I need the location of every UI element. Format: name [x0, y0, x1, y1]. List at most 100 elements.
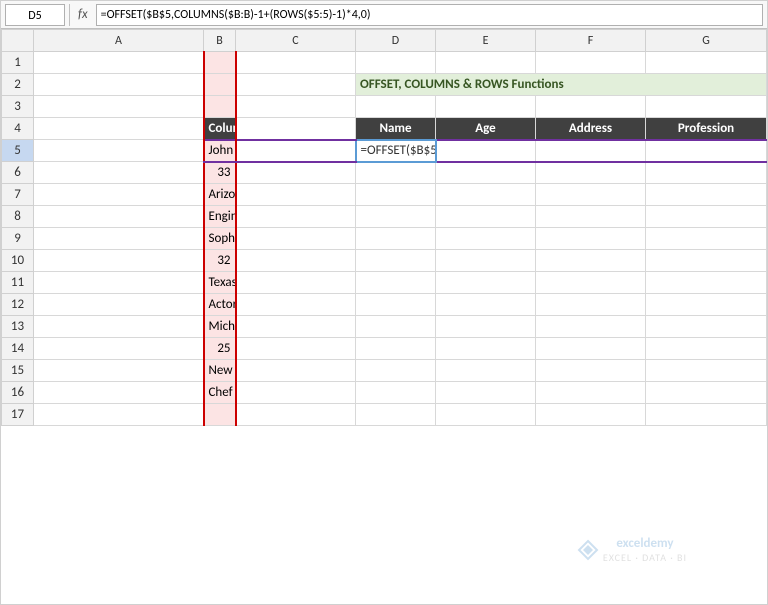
cell-B10-32[interactable]: 32 — [204, 250, 236, 272]
cell-E4-age-header[interactable]: Age — [436, 118, 536, 140]
cell-C4[interactable] — [236, 118, 356, 140]
cell-C6[interactable] — [236, 162, 356, 184]
cell-C7[interactable] — [236, 184, 356, 206]
cell-C9[interactable] — [236, 228, 356, 250]
cell-F16[interactable] — [536, 382, 646, 404]
formula-input[interactable]: =OFFSET($B$5,COLUMNS($B:B)-1+(ROWS($5:5)… — [96, 4, 763, 26]
cell-E1[interactable] — [436, 52, 536, 74]
cell-D6[interactable] — [356, 162, 436, 184]
cell-G8[interactable] — [646, 206, 767, 228]
cell-B17[interactable] — [204, 404, 236, 426]
cell-D14[interactable] — [356, 338, 436, 360]
cell-B16-chef[interactable]: Chef — [204, 382, 236, 404]
cell-B14-25[interactable]: 25 — [204, 338, 236, 360]
cell-C8[interactable] — [236, 206, 356, 228]
cell-G12[interactable] — [646, 294, 767, 316]
cell-F1[interactable] — [536, 52, 646, 74]
cell-D1[interactable] — [356, 52, 436, 74]
col-header-F[interactable]: F — [536, 30, 646, 52]
cell-C16[interactable] — [236, 382, 356, 404]
cell-B8-engineer[interactable]: Engineer — [204, 206, 236, 228]
cell-A9[interactable] — [34, 228, 204, 250]
cell-C1[interactable] — [236, 52, 356, 74]
cell-E14[interactable] — [436, 338, 536, 360]
cell-C10[interactable] — [236, 250, 356, 272]
cell-F6[interactable] — [536, 162, 646, 184]
cell-G1[interactable] — [646, 52, 767, 74]
cell-D8[interactable] — [356, 206, 436, 228]
cell-E12[interactable] — [436, 294, 536, 316]
cell-D11[interactable] — [356, 272, 436, 294]
cell-A5[interactable] — [34, 140, 204, 162]
cell-E17[interactable] — [436, 404, 536, 426]
cell-G5[interactable] — [646, 140, 767, 162]
cell-A6[interactable] — [34, 162, 204, 184]
cell-E11[interactable] — [436, 272, 536, 294]
cell-G11[interactable] — [646, 272, 767, 294]
cell-B6-33[interactable]: 33 — [204, 162, 236, 184]
cell-F14[interactable] — [536, 338, 646, 360]
cell-E15[interactable] — [436, 360, 536, 382]
cell-F17[interactable] — [536, 404, 646, 426]
cell-F15[interactable] — [536, 360, 646, 382]
cell-C5[interactable] — [236, 140, 356, 162]
cell-A3[interactable] — [34, 96, 204, 118]
col-header-G[interactable]: G — [646, 30, 767, 52]
cell-F13[interactable] — [536, 316, 646, 338]
cell-B5-john[interactable]: John — [204, 140, 236, 162]
cell-E10[interactable] — [436, 250, 536, 272]
cell-G7[interactable] — [646, 184, 767, 206]
cell-D16[interactable] — [356, 382, 436, 404]
cell-D3[interactable] — [356, 96, 436, 118]
cell-A17[interactable] — [34, 404, 204, 426]
cell-B13-michel[interactable]: Michel — [204, 316, 236, 338]
cell-G10[interactable] — [646, 250, 767, 272]
col-header-A[interactable]: A — [34, 30, 204, 52]
cell-F8[interactable] — [536, 206, 646, 228]
cell-B9-sophie[interactable]: Sophie — [204, 228, 236, 250]
cell-C13[interactable] — [236, 316, 356, 338]
col-header-D[interactable]: D — [356, 30, 436, 52]
cell-G15[interactable] — [646, 360, 767, 382]
cell-G14[interactable] — [646, 338, 767, 360]
cell-A8[interactable] — [34, 206, 204, 228]
cell-A16[interactable] — [34, 382, 204, 404]
cell-D7[interactable] — [356, 184, 436, 206]
cell-D12[interactable] — [356, 294, 436, 316]
cell-G4-profession-header[interactable]: Profession — [646, 118, 767, 140]
cell-E5[interactable] — [436, 140, 536, 162]
cell-D4-name-header[interactable]: Name — [356, 118, 436, 140]
cell-B3[interactable] — [204, 96, 236, 118]
cell-D13[interactable] — [356, 316, 436, 338]
cell-C14[interactable] — [236, 338, 356, 360]
cell-B12-actor[interactable]: Actor — [204, 294, 236, 316]
cell-D17[interactable] — [356, 404, 436, 426]
cell-F3[interactable] — [536, 96, 646, 118]
cell-D2-title[interactable]: OFFSET, COLUMNS & ROWS Functions — [356, 74, 767, 96]
cell-E7[interactable] — [436, 184, 536, 206]
cell-ref-box[interactable]: D5 — [5, 4, 65, 26]
cell-E3[interactable] — [436, 96, 536, 118]
cell-D10[interactable] — [356, 250, 436, 272]
cell-C15[interactable] — [236, 360, 356, 382]
cell-G17[interactable] — [646, 404, 767, 426]
cell-F12[interactable] — [536, 294, 646, 316]
cell-C12[interactable] — [236, 294, 356, 316]
cell-A15[interactable] — [34, 360, 204, 382]
cell-A14[interactable] — [34, 338, 204, 360]
cell-A7[interactable] — [34, 184, 204, 206]
cell-B7-arizona[interactable]: Arizona — [204, 184, 236, 206]
cell-E8[interactable] — [436, 206, 536, 228]
cell-F10[interactable] — [536, 250, 646, 272]
cell-A10[interactable] — [34, 250, 204, 272]
cell-D15[interactable] — [356, 360, 436, 382]
cell-A13[interactable] — [34, 316, 204, 338]
cell-B2[interactable] — [204, 74, 236, 96]
cell-D5-formula[interactable]: =OFFSET($B$5,COLUMNS($B:B)-1+(ROWS($5:5)… — [356, 140, 436, 162]
cell-B1[interactable] — [204, 52, 236, 74]
cell-A1[interactable] — [34, 52, 204, 74]
cell-A11[interactable] — [34, 272, 204, 294]
cell-E6[interactable] — [436, 162, 536, 184]
cell-B15-newyork[interactable]: New York — [204, 360, 236, 382]
cell-C2[interactable] — [236, 74, 356, 96]
